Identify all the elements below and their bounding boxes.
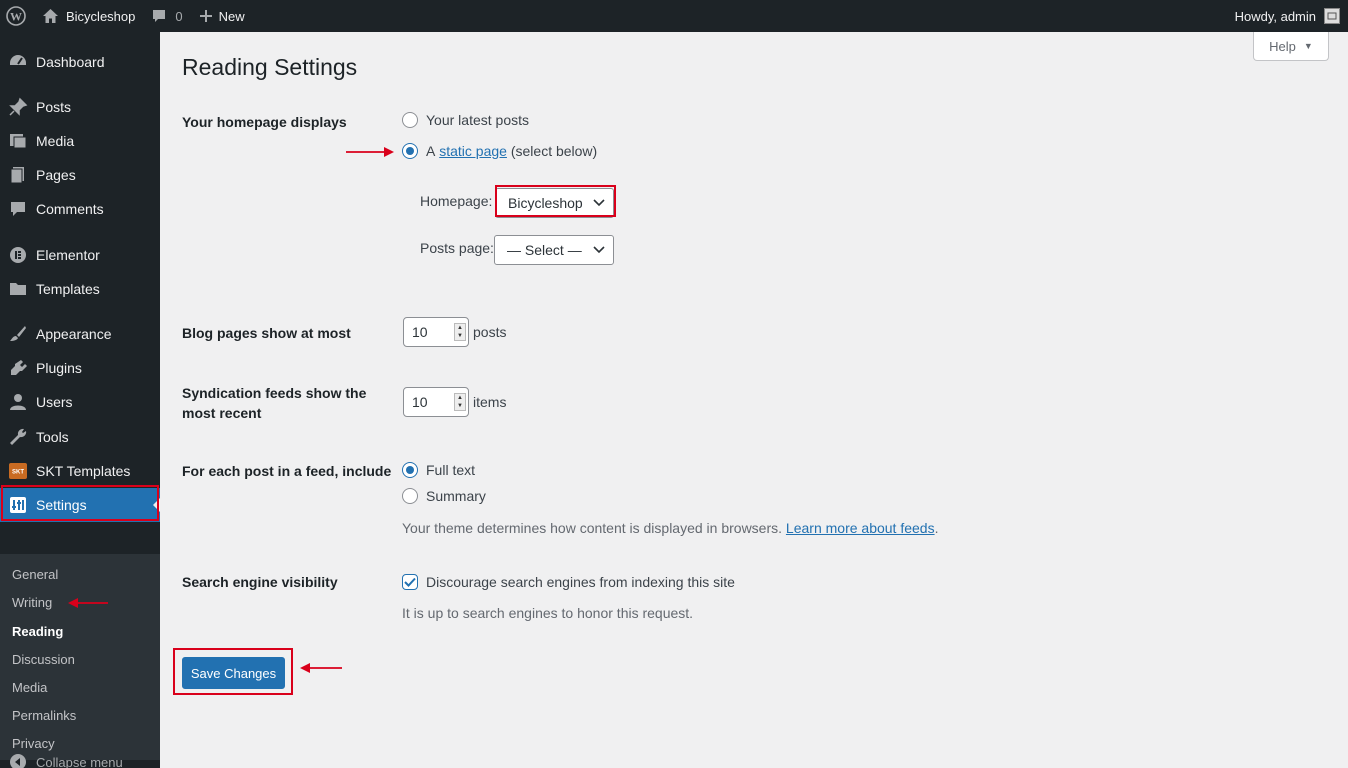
homepage-displays-label: Your homepage displays xyxy=(182,114,347,130)
new-content-link[interactable]: New xyxy=(191,0,253,32)
caret-down-icon: ▼ xyxy=(1303,41,1313,51)
homepage-select[interactable]: Bicycleshop xyxy=(495,188,614,218)
media-icon xyxy=(0,131,36,151)
feed-include-label: For each post in a feed, include xyxy=(182,463,392,479)
search-visibility-label: Search engine visibility xyxy=(182,574,338,590)
search-visibility-description: It is up to search engines to honor this… xyxy=(402,605,694,621)
admin-bar: W Bicycleshop 0 New Howdy, admin xyxy=(0,0,1348,32)
save-changes-button[interactable]: Save Changes xyxy=(182,657,285,689)
blog-pages-label: Blog pages show at most xyxy=(182,325,351,341)
static-page-link[interactable]: static page xyxy=(439,143,507,159)
syndication-label: Syndication feeds show the most recent xyxy=(182,385,367,421)
syndication-unit: items xyxy=(473,394,507,410)
sidebar-item-templates[interactable]: Templates xyxy=(0,272,160,306)
sidebar-item-elementor[interactable]: Elementor xyxy=(0,238,160,272)
radio-button-checked[interactable] xyxy=(402,462,418,478)
submenu-general[interactable]: General xyxy=(12,567,58,582)
sidebar-item-dashboard[interactable]: Dashboard xyxy=(0,45,160,79)
radio-button[interactable] xyxy=(402,488,418,504)
plugin-icon xyxy=(0,358,36,378)
sidebar-item-skt-templates[interactable]: SKT SKT Templates xyxy=(0,454,160,488)
dashboard-icon xyxy=(0,52,36,72)
spinner-arrows-icon[interactable]: ▲ ▼ xyxy=(454,393,466,411)
active-indicator xyxy=(153,498,160,512)
wrench-icon xyxy=(0,427,36,447)
collapse-label: Collapse menu xyxy=(36,754,123,768)
radio-button-checked[interactable] xyxy=(402,143,418,159)
collapse-menu-button[interactable]: Collapse menu xyxy=(0,748,160,768)
folder-icon xyxy=(0,279,36,299)
page-title: Reading Settings xyxy=(182,54,358,80)
brush-icon xyxy=(0,324,36,344)
comment-icon xyxy=(0,199,36,219)
settings-submenu: General Writing Reading Discussion Media… xyxy=(0,554,160,760)
posts-page-select[interactable]: — Select — xyxy=(494,235,614,265)
posts-page-select-label: Posts page: xyxy=(420,240,494,256)
chevron-down-icon xyxy=(593,246,605,254)
learn-more-feeds-link[interactable]: Learn more about feeds xyxy=(786,520,935,536)
sidebar-item-users[interactable]: Users xyxy=(0,385,160,419)
home-icon xyxy=(43,9,58,23)
site-name-link[interactable]: Bicycleshop xyxy=(36,0,143,32)
spinner-arrows-icon[interactable]: ▲ ▼ xyxy=(454,323,466,341)
pin-icon xyxy=(0,97,36,117)
collapse-arrow-icon xyxy=(0,753,36,768)
sidebar-item-tools[interactable]: Tools xyxy=(0,420,160,454)
help-button[interactable]: Help ▼ xyxy=(1253,32,1329,61)
submenu-media[interactable]: Media xyxy=(12,680,47,695)
settings-icon xyxy=(0,496,36,514)
skt-logo-icon: SKT xyxy=(0,463,36,479)
comments-count: 0 xyxy=(175,8,183,24)
svg-text:SKT: SKT xyxy=(12,470,24,476)
sidebar-item-plugins[interactable]: Plugins xyxy=(0,351,160,385)
svg-text:W: W xyxy=(10,10,22,24)
sidebar-item-settings[interactable]: Settings xyxy=(0,488,160,522)
new-label: New xyxy=(218,8,245,24)
homepage-select-label: Homepage: xyxy=(420,193,493,209)
syndication-input[interactable]: 10 ▲ ▼ xyxy=(403,387,469,417)
submenu-permalinks[interactable]: Permalinks xyxy=(12,708,76,723)
sidebar-item-pages[interactable]: Pages xyxy=(0,158,160,192)
checkmark-icon[interactable] xyxy=(402,574,418,590)
help-label: Help xyxy=(1269,38,1296,54)
my-account-link[interactable]: Howdy, admin xyxy=(1227,0,1348,32)
greeting: Howdy, admin xyxy=(1234,8,1316,24)
blog-pages-input[interactable]: 10 ▲ ▼ xyxy=(403,317,469,347)
comments-link[interactable]: 0 xyxy=(143,0,190,32)
sidebar-item-comments[interactable]: Comments xyxy=(0,192,160,226)
elementor-icon xyxy=(0,245,36,265)
wordpress-logo-icon[interactable]: W xyxy=(0,0,36,32)
avatar xyxy=(1324,8,1340,24)
radio-summary[interactable]: Summary xyxy=(402,488,486,504)
radio-full-text[interactable]: Full text xyxy=(402,462,475,478)
blog-pages-unit: posts xyxy=(473,324,507,340)
site-name: Bicycleshop xyxy=(66,8,136,24)
feed-description: Your theme determines how content is dis… xyxy=(402,520,939,536)
sidebar-item-appearance[interactable]: Appearance xyxy=(0,317,160,351)
submenu-discussion[interactable]: Discussion xyxy=(12,652,75,667)
sidebar-item-media[interactable]: Media xyxy=(0,124,160,158)
discourage-search-checkbox[interactable]: Discourage search engines from indexing … xyxy=(402,574,735,590)
submenu-writing[interactable]: Writing xyxy=(12,595,52,610)
radio-static-page[interactable]: A static page (select below) xyxy=(402,143,597,159)
admin-sidebar: Dashboard Posts Media Pages Comments Ele… xyxy=(0,32,160,768)
submenu-reading[interactable]: Reading xyxy=(12,624,63,639)
pages-icon xyxy=(0,165,36,185)
radio-button[interactable] xyxy=(402,112,418,128)
radio-latest-posts[interactable]: Your latest posts xyxy=(402,112,529,128)
sidebar-item-posts[interactable]: Posts xyxy=(0,90,160,124)
plus-icon xyxy=(199,10,212,22)
main-content: Help ▼ Reading Settings Your homepage di… xyxy=(160,32,1348,768)
chevron-down-icon xyxy=(593,199,605,207)
user-icon xyxy=(0,392,36,412)
comment-bubble-icon xyxy=(153,10,166,22)
